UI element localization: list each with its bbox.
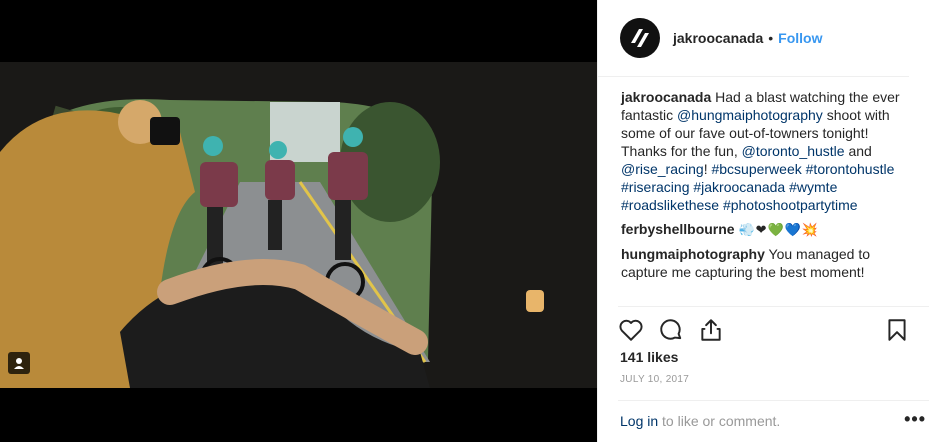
post-sidebar: jakroocanada • Follow jakroocanada Had a… — [597, 0, 929, 442]
likes-count[interactable]: 141 likes — [620, 349, 678, 365]
comment: hungmaiphotography You managed to captur… — [621, 245, 911, 281]
bookmark-icon[interactable] — [884, 317, 910, 343]
caption-username[interactable]: jakroocanada — [621, 89, 711, 105]
caption-text: ! — [703, 161, 708, 177]
post-date[interactable]: JULY 10, 2017 — [620, 374, 689, 385]
hashtag-link[interactable]: #wymte — [789, 179, 837, 195]
comment-username[interactable]: hungmaiphotography — [621, 246, 765, 262]
share-icon[interactable] — [698, 317, 724, 343]
hashtag-link[interactable]: #riseracing — [621, 179, 689, 195]
comment: ferbyshellbourne 💨❤💚💙💥 — [621, 220, 911, 239]
hashtag-link[interactable]: #photoshootpartytime — [723, 197, 858, 213]
post-photo[interactable] — [0, 62, 597, 388]
caption-text: and — [848, 143, 872, 159]
more-options-button[interactable]: ••• — [904, 409, 926, 430]
hashtag-link[interactable]: #roadslikethese — [621, 197, 719, 213]
comment-username[interactable]: ferbyshellbourne — [621, 221, 735, 237]
login-text: to like or comment. — [662, 413, 781, 429]
brand-logo-icon — [631, 29, 649, 47]
cyclists-photo — [0, 62, 597, 388]
user-tag-icon[interactable] — [8, 352, 30, 374]
caption: jakroocanada Had a blast watching the ev… — [621, 88, 911, 214]
comment-text: 💨❤💚💙💥 — [738, 222, 820, 237]
heart-icon[interactable] — [618, 317, 644, 343]
instagram-post: jakroocanada • Follow jakroocanada Had a… — [0, 0, 929, 442]
login-prompt: Log in to like or comment. — [620, 413, 780, 429]
comments-section: jakroocanada Had a blast watching the ev… — [621, 88, 911, 287]
post-header: jakroocanada • Follow — [598, 0, 909, 77]
mention-link[interactable]: @rise_racing — [621, 161, 704, 177]
separator-dot: • — [768, 30, 774, 46]
follow-button[interactable]: Follow — [778, 30, 822, 46]
mention-link[interactable]: @toronto_hustle — [742, 143, 845, 159]
hashtag-link[interactable]: #torontohustle — [806, 161, 895, 177]
mention-link[interactable]: @hungmaiphotography — [677, 107, 823, 123]
comment-icon[interactable] — [658, 317, 684, 343]
post-media[interactable] — [0, 0, 597, 442]
hashtag-link[interactable]: #jakroocanada — [693, 179, 785, 195]
login-link[interactable]: Log in — [620, 413, 658, 429]
action-bar — [618, 306, 929, 347]
post-footer: Log in to like or comment. ••• — [618, 400, 929, 443]
avatar[interactable] — [620, 18, 660, 58]
post-username[interactable]: jakroocanada — [673, 30, 763, 46]
hashtag-link[interactable]: #bcsuperweek — [711, 161, 801, 177]
